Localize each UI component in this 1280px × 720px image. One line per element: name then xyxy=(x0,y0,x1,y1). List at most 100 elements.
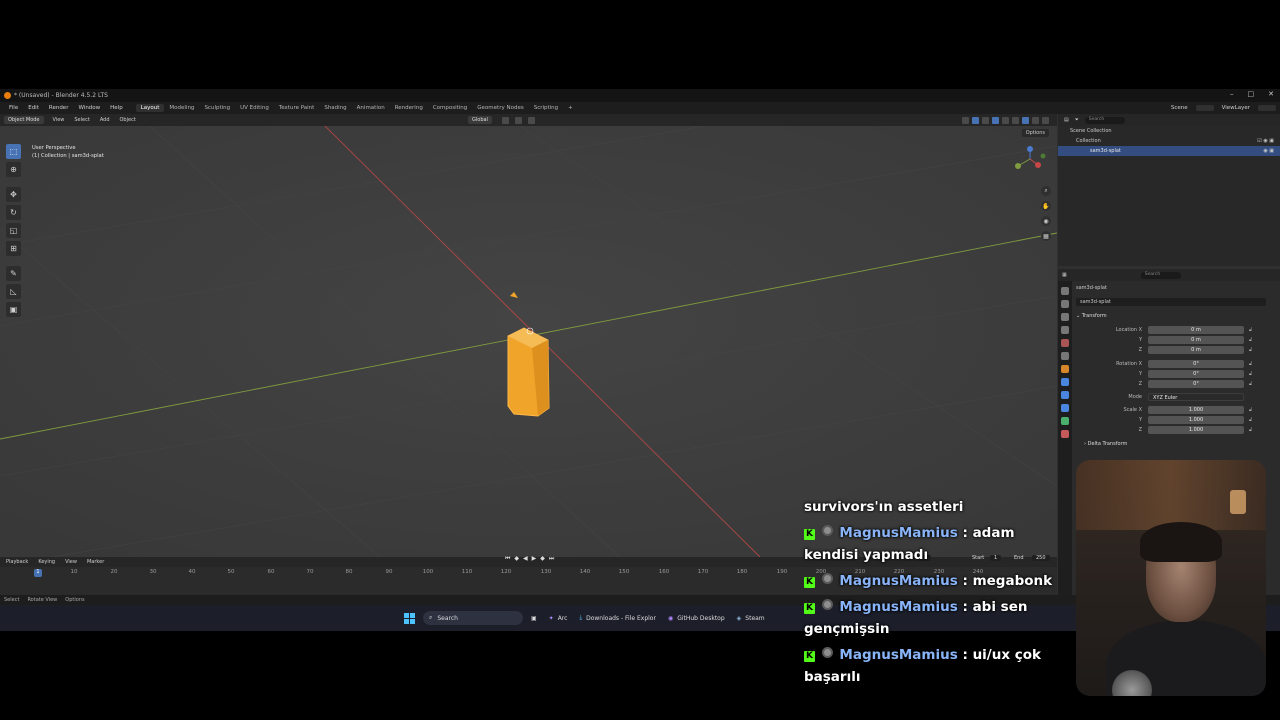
scene-tab-icon[interactable] xyxy=(1061,339,1069,347)
visibility-icon[interactable] xyxy=(962,116,969,124)
snap-icon[interactable] xyxy=(514,116,522,124)
lock-icon[interactable]: 🔓︎ xyxy=(1249,407,1252,413)
object-tab-icon[interactable] xyxy=(1061,365,1069,373)
outliner-object-row[interactable]: sam3d-splat ◉ ▣ xyxy=(1058,146,1280,156)
lock-icon[interactable]: 🔓︎ xyxy=(1249,381,1252,387)
jump-start-icon[interactable]: ⏮ xyxy=(505,555,510,563)
menu-edit[interactable]: Edit xyxy=(23,105,44,111)
timeline-menu-playback[interactable]: Playback xyxy=(6,559,28,565)
workspace-tab-uv-editing[interactable]: UV Editing xyxy=(235,104,274,112)
object-visibility-icon[interactable]: ◉ ▣ xyxy=(1263,148,1274,154)
view-layer-tab-icon[interactable] xyxy=(1061,326,1069,334)
menu-render[interactable]: Render xyxy=(44,105,74,111)
timeline-menu-view[interactable]: View xyxy=(65,559,77,565)
location-x-field[interactable]: 0 m xyxy=(1148,326,1244,334)
play-reverse-icon[interactable]: ◀ xyxy=(523,555,528,563)
overlay-toggle-icon[interactable] xyxy=(992,116,999,124)
viewport-menu-add[interactable]: Add xyxy=(95,117,115,123)
timeline-playhead[interactable]: 1 xyxy=(34,569,42,577)
viewport-menu-view[interactable]: View xyxy=(48,117,70,123)
world-tab-icon[interactable] xyxy=(1061,352,1069,360)
particles-tab-icon[interactable] xyxy=(1061,391,1069,399)
properties-editor-icon[interactable]: ▦ xyxy=(1062,272,1067,278)
add-workspace-button[interactable]: + xyxy=(563,104,578,112)
data-tab-icon[interactable] xyxy=(1061,417,1069,425)
workspace-tab-shading[interactable]: Shading xyxy=(319,104,351,112)
modifier-tab-icon[interactable] xyxy=(1061,378,1069,386)
outliner-search-input[interactable]: Search xyxy=(1084,116,1125,124)
viewport-menu-select[interactable]: Select xyxy=(69,117,94,123)
workspace-tab-layout[interactable]: Layout xyxy=(135,104,165,112)
close-button[interactable]: ✕ xyxy=(1268,90,1274,98)
outliner-collection[interactable]: Collection ☑ ◉ ▣ xyxy=(1058,136,1280,146)
workspace-tab-scripting[interactable]: Scripting xyxy=(529,104,563,112)
gizmo-toggle-icon[interactable] xyxy=(972,116,979,124)
pan-hand-icon[interactable]: ✋ xyxy=(1041,201,1051,211)
object-mode-dropdown[interactable]: Object Mode xyxy=(4,116,44,124)
proportional-edit-icon[interactable] xyxy=(527,116,535,124)
select-box-tool-icon[interactable]: ⬚ xyxy=(6,144,21,159)
task-view-button[interactable]: ▣ xyxy=(531,615,537,622)
overlay-icon[interactable] xyxy=(982,116,989,124)
output-tab-icon[interactable] xyxy=(1061,313,1069,321)
lock-icon[interactable]: 🔓︎ xyxy=(1249,337,1252,343)
workspace-tab-geometry-nodes[interactable]: Geometry Nodes xyxy=(472,104,528,112)
taskbar-app-arc[interactable]: ✦ Arc xyxy=(549,615,568,622)
perspective-toggle-icon[interactable]: ▦ xyxy=(1041,231,1051,241)
outliner-editor-icon[interactable]: ▤ xyxy=(1064,117,1069,123)
wireframe-shading-icon[interactable] xyxy=(1012,116,1019,124)
rotation-x-field[interactable]: 0° xyxy=(1148,360,1244,368)
transform-tool-icon[interactable]: ⊞ xyxy=(6,241,21,256)
scale-y-field[interactable]: 1.000 xyxy=(1148,416,1244,424)
transform-orientation-dropdown[interactable]: Global xyxy=(468,116,492,124)
maximize-button[interactable]: □ xyxy=(1248,90,1255,98)
camera-view-icon[interactable]: ◉ xyxy=(1041,216,1051,226)
scene-options-icon[interactable] xyxy=(1195,105,1214,111)
transform-panel-header[interactable]: ⌄ Transform xyxy=(1076,311,1276,321)
viewport-menu-object[interactable]: Object xyxy=(115,117,141,123)
delta-transform-panel-header[interactable]: › Delta Transform xyxy=(1076,439,1276,449)
play-icon[interactable]: ▶ xyxy=(532,555,537,563)
lock-icon[interactable]: 🔓︎ xyxy=(1249,361,1252,367)
properties-search-input[interactable]: Search xyxy=(1140,271,1181,279)
scale-x-field[interactable]: 1.000 xyxy=(1148,406,1244,414)
taskbar-app-github-desktop[interactable]: ◉ GitHub Desktop xyxy=(668,615,725,622)
viewlayer-selector[interactable]: ViewLayer xyxy=(1222,105,1250,111)
next-keyframe-icon[interactable]: ◆ xyxy=(540,555,545,563)
tool-tab-icon[interactable] xyxy=(1061,287,1069,295)
windows-start-icon[interactable] xyxy=(404,612,415,624)
timeline-menu-marker[interactable]: Marker xyxy=(87,559,104,565)
taskbar-app-file-explorer[interactable]: ⤓ Downloads - File Explor xyxy=(579,614,656,622)
lock-icon[interactable]: 🔓︎ xyxy=(1249,347,1252,353)
location-y-field[interactable]: 0 m xyxy=(1148,336,1244,344)
scale-z-field[interactable]: 1.000 xyxy=(1148,426,1244,434)
material-shading-icon[interactable] xyxy=(1032,116,1039,124)
pivot-icon[interactable] xyxy=(501,116,509,124)
render-tab-icon[interactable] xyxy=(1061,300,1069,308)
workspace-tab-texture-paint[interactable]: Texture Paint xyxy=(274,104,320,112)
3d-viewport[interactable]: Options User Perspective (1) Collection … xyxy=(0,126,1057,557)
prev-keyframe-icon[interactable]: ◆ xyxy=(514,555,519,563)
workspace-tab-animation[interactable]: Animation xyxy=(352,104,390,112)
workspace-tab-sculpting[interactable]: Sculpting xyxy=(199,104,235,112)
scene-selector[interactable]: Scene xyxy=(1171,105,1188,111)
timeline-menu-keying[interactable]: Keying xyxy=(38,559,55,565)
outliner-filter-icon[interactable]: ⏷ xyxy=(1075,117,1079,123)
rotate-tool-icon[interactable]: ↻ xyxy=(6,205,21,220)
lock-icon[interactable]: 🔓︎ xyxy=(1249,327,1252,333)
rotation-mode-dropdown[interactable]: XYZ Euler xyxy=(1148,393,1244,401)
minimize-button[interactable]: – xyxy=(1230,90,1234,98)
rendered-shading-icon[interactable] xyxy=(1042,116,1049,124)
move-tool-icon[interactable]: ✥ xyxy=(6,187,21,202)
lock-icon[interactable]: 🔓︎ xyxy=(1249,427,1252,433)
rotation-y-field[interactable]: 0° xyxy=(1148,370,1244,378)
jump-end-icon[interactable]: ⏭ xyxy=(549,555,554,563)
workspace-tab-compositing[interactable]: Compositing xyxy=(428,104,472,112)
physics-tab-icon[interactable] xyxy=(1061,404,1069,412)
solid-shading-icon[interactable] xyxy=(1022,116,1029,124)
object-name-field[interactable]: sam3d-splat xyxy=(1076,298,1266,306)
taskbar-search-input[interactable]: ⌕ Search xyxy=(423,611,523,625)
outliner-scene-collection[interactable]: Scene Collection xyxy=(1058,126,1280,136)
annotate-tool-icon[interactable]: ✎ xyxy=(6,266,21,281)
measure-tool-icon[interactable]: ◺ xyxy=(6,284,21,299)
